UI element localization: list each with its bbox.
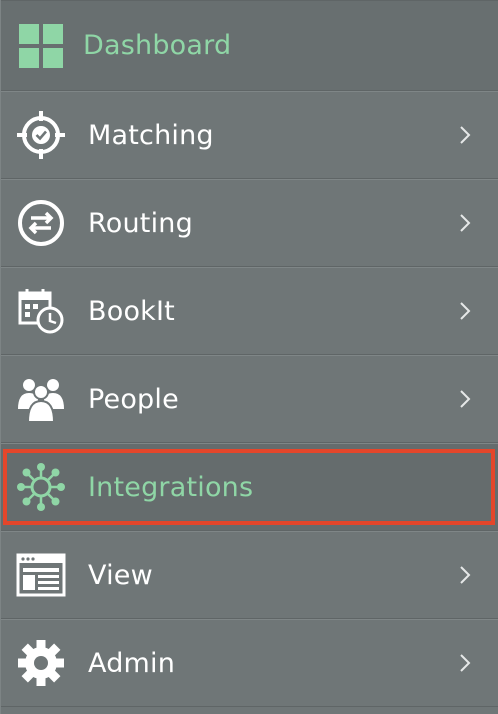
sidebar-item-label: Routing	[88, 207, 193, 239]
chevron-right-icon[interactable]	[458, 389, 472, 409]
calendar-clock-icon	[15, 285, 67, 337]
sidebar-item-dashboard[interactable]: Dashboard	[1, 0, 498, 91]
sidebar-item-integrations[interactable]: Integrations	[1, 443, 498, 531]
sidebar-item-label: Matching	[88, 119, 214, 151]
sidebar-item-matching[interactable]: Matching	[1, 91, 498, 179]
sidebar-item-view[interactable]: View	[1, 531, 498, 619]
chevron-right-icon[interactable]	[458, 125, 472, 145]
sidebar-item-label: Integrations	[88, 471, 254, 503]
chevron-right-icon[interactable]	[458, 301, 472, 321]
sidebar-item-people[interactable]: People	[1, 355, 498, 443]
chevron-right-icon[interactable]	[458, 213, 472, 233]
sidebar-item-bookit[interactable]: BookIt	[1, 267, 498, 355]
chevron-right-icon[interactable]	[458, 653, 472, 673]
grid-icon	[15, 20, 67, 72]
sidebar-item-label: Dashboard	[83, 30, 232, 61]
people-group-icon	[15, 373, 67, 425]
arrows-exchange-icon	[15, 197, 67, 249]
gear-icon	[15, 637, 67, 689]
sidebar-nav: Dashboard Matching Routing BookIt People…	[0, 0, 498, 714]
sidebar-item-admin[interactable]: Admin	[1, 619, 498, 707]
window-layout-icon	[15, 549, 67, 601]
chevron-right-icon[interactable]	[458, 565, 472, 585]
sidebar-item-label: People	[88, 383, 179, 415]
sidebar-item-label: BookIt	[88, 295, 175, 327]
network-hub-icon	[15, 461, 67, 513]
sidebar-item-routing[interactable]: Routing	[1, 179, 498, 267]
sidebar-item-label: View	[88, 559, 153, 591]
target-check-icon	[15, 109, 67, 161]
sidebar-item-label: Admin	[88, 647, 176, 679]
